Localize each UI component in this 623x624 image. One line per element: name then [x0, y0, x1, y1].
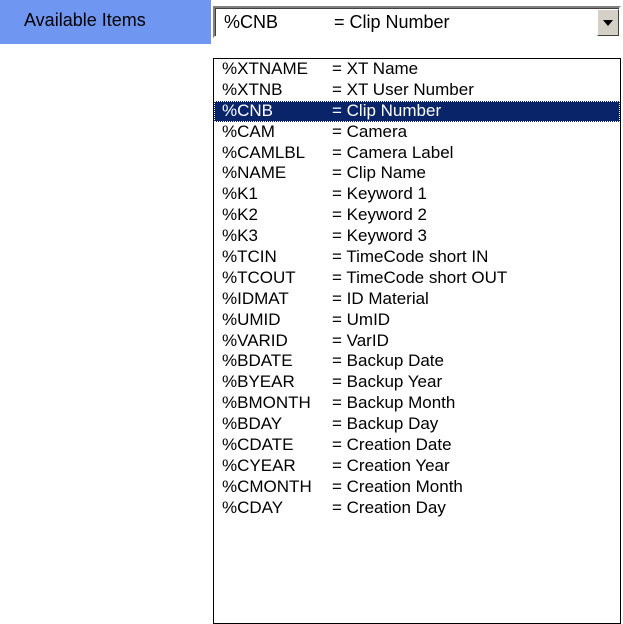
dropdown-item-desc: = ID Material	[332, 288, 429, 308]
dropdown-item-desc: = Creation Year	[332, 455, 450, 475]
dropdown-item-desc: = UmID	[332, 309, 391, 329]
chevron-down-icon	[603, 20, 613, 26]
dropdown-item[interactable]: %BMONTH = Backup Month	[214, 393, 620, 414]
dropdown-item-code: %BMONTH	[222, 393, 311, 413]
dropdown-item-desc: = Backup Day	[332, 414, 439, 434]
dropdown-item-desc: = Backup Month	[332, 393, 456, 413]
dropdown-item-desc: = VarID	[332, 330, 389, 350]
dropdown-item-code: %NAME	[222, 163, 287, 183]
available-items-combobox[interactable]: %CNB = Clip Number	[213, 6, 621, 38]
available-items-dropdown-list[interactable]: %XTNAME = XT Name %XTNB = XT User Number %CN…	[213, 58, 621, 624]
dropdown-item-desc: = Keyword 3	[332, 226, 427, 246]
dropdown-item[interactable]: %CAMLBL = Camera Label	[214, 143, 620, 164]
dropdown-item[interactable]: %TCIN = TimeCode short IN	[214, 247, 620, 268]
dropdown-item[interactable]: %CDAY = Creation Day	[214, 498, 620, 519]
dropdown-item[interactable]: %NAME = Clip Name	[214, 163, 620, 184]
dropdown-item[interactable]: %CDATE = Creation Date	[214, 435, 620, 456]
dropdown-item-code: %CDATE	[222, 435, 294, 455]
dropdown-item[interactable]: %BDAY = Backup Day	[214, 414, 620, 435]
dropdown-item-desc: = Camera Label	[332, 142, 454, 162]
dropdown-item-desc: = XT Name	[332, 59, 419, 78]
dropdown-item[interactable]: %CAM = Camera	[214, 122, 620, 143]
dropdown-item-code: %TCIN	[222, 247, 277, 267]
dropdown-item[interactable]: %XTNB = XT User Number	[214, 80, 620, 101]
dropdown-item[interactable]: %BDATE = Backup Date	[214, 351, 620, 372]
dropdown-item[interactable]: %CMONTH = Creation Month	[214, 477, 620, 498]
dropdown-item-code: %K2	[222, 205, 258, 225]
dropdown-item-desc: = Clip Name	[332, 163, 427, 183]
dropdown-item-code: %BYEAR	[222, 372, 295, 392]
dropdown-item-code: %UMID	[222, 309, 281, 329]
dropdown-item-code: %XTNB	[222, 79, 283, 99]
dropdown-item-code: %CYEAR	[222, 455, 296, 475]
dropdown-item-code: %CDAY	[222, 497, 284, 517]
dropdown-item-code: %TCOUT	[222, 267, 296, 287]
dropdown-item[interactable]: %VARID = VarID	[214, 331, 620, 352]
combobox-value-desc: = Clip Number	[334, 12, 450, 32]
dropdown-item-desc: = Keyword 2	[332, 205, 427, 225]
dropdown-item[interactable]: %K2 = Keyword 2	[214, 205, 620, 226]
dropdown-item-desc: = Creation Date	[332, 435, 452, 455]
dropdown-item-code: %VARID	[222, 330, 288, 350]
dropdown-item-desc: = Clip Number	[332, 100, 442, 120]
dropdown-item-code: %K3	[222, 226, 258, 246]
dropdown-item-code: %IDMAT	[222, 288, 289, 308]
dropdown-item-desc: = TimeCode short OUT	[332, 267, 508, 287]
dropdown-item-code: %CNB	[222, 100, 274, 120]
dropdown-item-code: %BDAY	[222, 414, 283, 434]
dropdown-item-code: %BDATE	[222, 351, 293, 371]
dropdown-item-desc: = Creation Month	[332, 476, 463, 496]
dropdown-item-desc: = Backup Date	[332, 351, 444, 371]
dropdown-item-desc: = Backup Year	[332, 372, 443, 392]
dropdown-item-desc: = XT User Number	[332, 79, 474, 99]
dropdown-item-code: %K1	[222, 184, 258, 204]
dropdown-item[interactable]: %K1 = Keyword 1	[214, 184, 620, 205]
combobox-field[interactable]: %CNB = Clip Number	[215, 8, 619, 36]
dropdown-item-code: %CAM	[222, 121, 275, 141]
dropdown-item-desc: = TimeCode short IN	[332, 247, 489, 267]
dropdown-item[interactable]: %UMID = UmID	[214, 310, 620, 331]
combobox-value: %CNB = Clip Number	[224, 12, 450, 33]
dropdown-item[interactable]: %CNB = Clip Number	[214, 100, 620, 122]
dropdown-item-desc: = Keyword 1	[332, 184, 427, 204]
dropdown-item-code: %CMONTH	[222, 476, 312, 496]
available-items-label: Available Items	[24, 10, 146, 30]
dropdown-item[interactable]: %TCOUT = TimeCode short OUT	[214, 268, 620, 289]
available-items-label-cell: Available Items	[0, 0, 211, 44]
dropdown-item[interactable]: %BYEAR = Backup Year	[214, 372, 620, 393]
dropdown-item-desc: = Camera	[332, 121, 408, 141]
dropdown-item[interactable]: %XTNAME = XT Name	[214, 59, 620, 80]
dropdown-item[interactable]: %CYEAR = Creation Year	[214, 456, 620, 477]
combobox-value-code: %CNB	[224, 12, 279, 32]
dropdown-item[interactable]: %K3 = Keyword 3	[214, 226, 620, 247]
dropdown-item-code: %CAMLBL	[222, 142, 306, 162]
dropdown-item[interactable]: %IDMAT = ID Material	[214, 289, 620, 310]
dropdown-item-desc: = Creation Day	[332, 497, 446, 517]
dropdown-item-code: %XTNAME	[222, 59, 308, 78]
dropdown-button[interactable]	[597, 9, 619, 36]
